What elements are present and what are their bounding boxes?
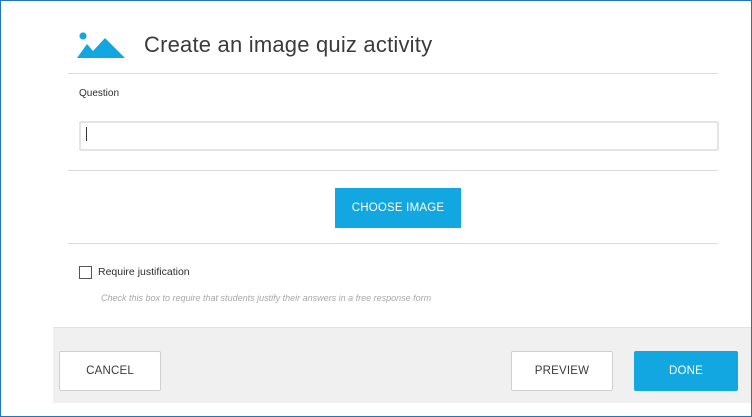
divider: [68, 170, 718, 171]
question-label: Question: [79, 88, 120, 99]
text-caret: [86, 127, 87, 141]
require-justification-checkbox[interactable]: [79, 266, 92, 279]
activity-dialog: Create an image quiz activity Question C…: [0, 0, 752, 417]
divider: [68, 243, 718, 244]
image-mountains-icon: [77, 32, 125, 58]
cancel-button[interactable]: CANCEL: [59, 351, 161, 391]
question-input[interactable]: [79, 121, 719, 151]
justification-help-text: Check this box to require that students …: [101, 293, 432, 303]
choose-image-button[interactable]: CHOOSE IMAGE: [335, 188, 461, 228]
divider: [68, 73, 718, 74]
page-title: Create an image quiz activity: [144, 32, 433, 57]
require-justification-label[interactable]: Require justification: [98, 266, 190, 278]
preview-button[interactable]: PREVIEW: [511, 351, 613, 391]
dialog-header: Create an image quiz activity: [77, 27, 432, 63]
dialog-footer: CANCEL PREVIEW DONE: [53, 327, 751, 403]
done-button[interactable]: DONE: [634, 351, 738, 391]
